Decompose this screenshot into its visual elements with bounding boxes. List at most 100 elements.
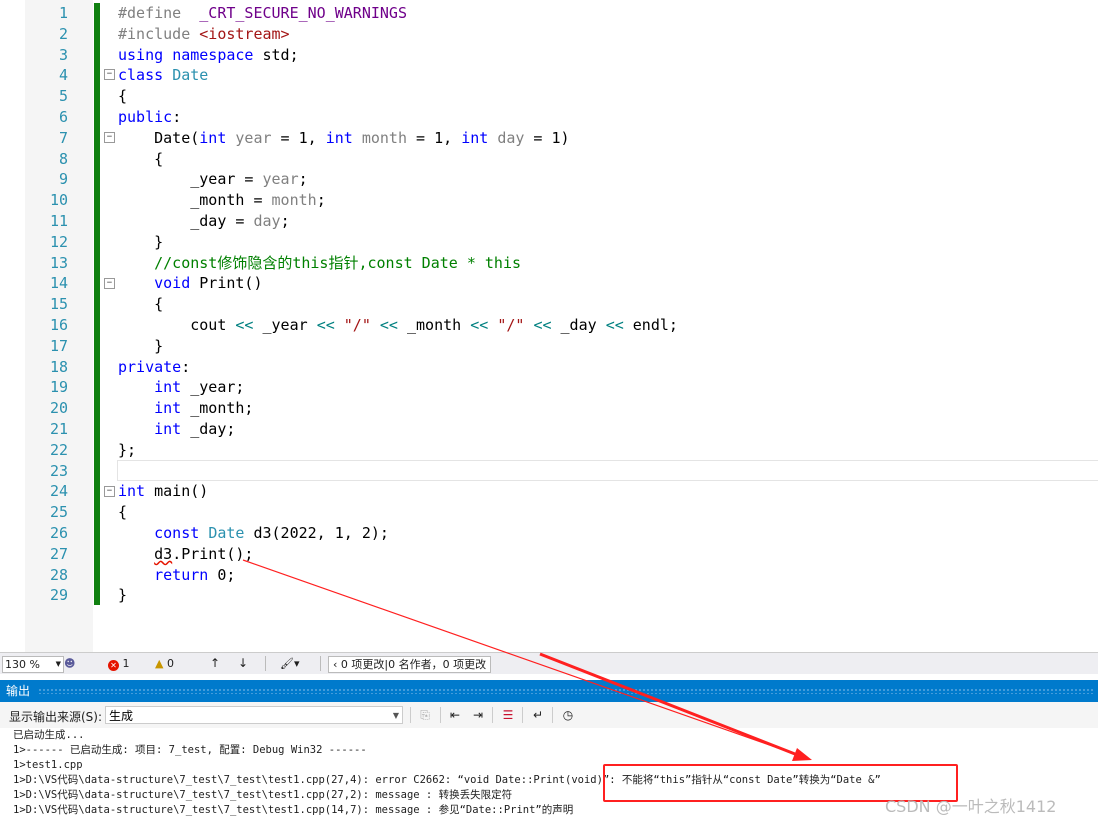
code-token: ;	[280, 212, 290, 230]
panel-drag-grip[interactable]	[38, 688, 1094, 694]
code-line[interactable]: 28 return 0;	[0, 565, 1098, 586]
code-token: <<	[379, 316, 398, 334]
word-wrap-icon[interactable]: ↵	[529, 706, 547, 724]
code-line[interactable]: 23	[0, 461, 1098, 482]
code-token: _month =	[118, 191, 272, 210]
code-line[interactable]: 22};	[0, 440, 1098, 461]
code-line[interactable]: 21 int _day;	[0, 419, 1098, 440]
code-line[interactable]: 13 //const修饰隐含的this指针,const Date * this	[0, 253, 1098, 274]
code-token: d3(2022, 1, 2);	[244, 524, 389, 542]
code-line[interactable]: 25 {	[0, 502, 1098, 523]
code-text: private:	[118, 357, 190, 378]
code-line[interactable]: 6 public:	[0, 107, 1098, 128]
code-text: }	[118, 232, 163, 253]
code-token: int	[118, 482, 146, 501]
code-token: {	[118, 295, 164, 314]
editor-status-bar: 130 % ▼ ☻ ✕ 1 ▲ 0 ↑ ↓ 🖌▾ ‹ 0 项更改|0 名作者，0…	[0, 652, 1098, 674]
code-token: ;	[298, 170, 308, 189]
code-line[interactable]: 24 int main()	[0, 481, 1098, 502]
error-count-value: 1	[122, 657, 130, 670]
next-issue-icon[interactable]: ↓	[238, 656, 248, 671]
code-text: };	[118, 440, 136, 461]
code-token: namespace	[172, 45, 254, 64]
code-line[interactable]: 14 void Print()	[0, 273, 1098, 294]
code-text: int main()	[118, 481, 208, 502]
code-line[interactable]: 12 }	[0, 232, 1098, 253]
error-icon: ✕	[108, 660, 119, 671]
codelens-changes[interactable]: ‹ 0 项更改|0 名作者，0 项更改	[328, 656, 492, 673]
code-line[interactable]: 11 _day = day;	[0, 211, 1098, 232]
code-token: Date	[172, 66, 209, 85]
code-text: d3.Print();	[118, 544, 253, 565]
warning-count[interactable]: ▲ 0	[155, 656, 174, 671]
fold-toggle-constructor[interactable]: −	[104, 132, 115, 143]
code-text: int _year;	[118, 377, 244, 398]
code-line[interactable]: 7 Date(int year = 1, int month = 1, int …	[0, 128, 1098, 149]
code-line[interactable]: 17 }	[0, 336, 1098, 357]
timestamp-clock-icon[interactable]: ◷	[559, 706, 577, 724]
output-line: 1>test1.cpp	[13, 759, 83, 771]
code-line[interactable]: 18 private:	[0, 357, 1098, 378]
code-line[interactable]: 1 #define _CRT_SECURE_NO_WARNINGS	[0, 3, 1098, 24]
code-token: Print()	[190, 274, 263, 293]
code-line[interactable]: 15 {	[0, 294, 1098, 315]
clear-all-icon[interactable]: ☰	[499, 706, 517, 724]
code-token: = 1,	[271, 128, 326, 147]
code-line[interactable]: 2 #include <iostream>	[0, 24, 1098, 45]
toolbar-separator	[552, 707, 553, 723]
code-token: };	[118, 440, 137, 459]
code-line[interactable]: 26 const Date d3(2022, 1, 2);	[0, 523, 1098, 544]
output-source-select[interactable]: 生成 ▼	[105, 706, 403, 724]
code-token: std;	[253, 45, 299, 64]
error-count[interactable]: ✕ 1	[108, 656, 130, 671]
go-to-previous-message-icon[interactable]: ⇤	[446, 706, 464, 724]
output-source-label: 显示输出来源(S):	[9, 710, 103, 724]
code-token: class	[118, 66, 164, 85]
code-line[interactable]: 29}	[0, 585, 1098, 606]
code-cleanup-icon[interactable]: 🖌▾	[280, 656, 300, 671]
fold-toggle-class[interactable]: −	[104, 69, 115, 80]
code-text: public:	[118, 107, 181, 128]
code-text: _day = day;	[118, 211, 290, 232]
code-token: ;	[316, 191, 326, 210]
code-token: int	[154, 420, 182, 438]
find-message-in-code-icon[interactable]: ⎘	[416, 706, 434, 724]
code-line[interactable]: 8 {	[0, 149, 1098, 170]
code-token: 0;	[208, 565, 236, 584]
line-number: 2	[58, 24, 68, 43]
fold-toggle-print[interactable]: −	[104, 278, 115, 289]
code-line[interactable]: 16 cout << _year << "/" << _month << "/"…	[0, 315, 1098, 336]
code-text: cout << _year << "/" << _month << "/" <<…	[118, 315, 678, 336]
code-line[interactable]: 19 int _year;	[0, 377, 1098, 398]
code-editor[interactable]: 1 #define _CRT_SECURE_NO_WARNINGS 2 #includ…	[0, 0, 1098, 652]
previous-issue-icon[interactable]: ↑	[210, 656, 220, 671]
code-line[interactable]: 5{	[0, 86, 1098, 107]
code-text: return 0;	[118, 565, 235, 586]
line-number: 11	[49, 212, 68, 230]
code-line[interactable]: 10 _month = month;	[0, 190, 1098, 211]
line-number: 4	[58, 66, 68, 85]
line-number: 7	[58, 128, 68, 147]
code-line[interactable]: 27 d3.Print();	[0, 544, 1098, 565]
code-line[interactable]: 3 using namespace std;	[0, 45, 1098, 66]
zoom-combobox[interactable]: 130 % ▼	[2, 656, 64, 673]
code-token: {	[118, 503, 128, 522]
code-text: const Date d3(2022, 1, 2);	[118, 523, 389, 544]
fold-toggle-main[interactable]: −	[104, 486, 115, 497]
code-line[interactable]: 20 int _month;	[0, 398, 1098, 419]
output-panel-title: 输出	[6, 684, 31, 698]
intellicode-icon[interactable]: ☻	[64, 656, 75, 671]
code-token: endl;	[623, 316, 678, 334]
output-line: 1>D:\VS代码\data-structure\7_test\7_test\t…	[13, 789, 513, 801]
code-token: <<	[533, 316, 552, 334]
code-token: void	[154, 274, 191, 293]
code-line[interactable]: 4 class Date	[0, 65, 1098, 86]
code-line[interactable]: 9 _year = year;	[0, 169, 1098, 190]
go-to-next-message-icon[interactable]: ⇥	[469, 706, 487, 724]
